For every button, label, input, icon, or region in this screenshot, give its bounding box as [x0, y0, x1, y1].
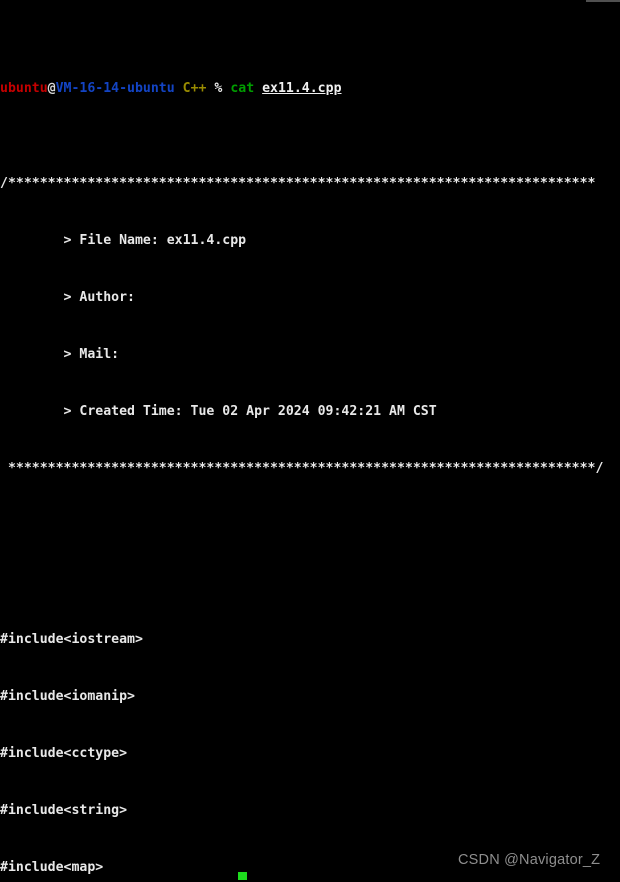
code-line: #include<string> [0, 803, 128, 818]
window-top-edge [586, 0, 620, 2]
prompt-line-cat[interactable]: ubuntu@VM-16-14-ubuntu C++ % cat ex11.4.… [0, 79, 620, 98]
csdn-watermark: CSDN @Navigator_Z [458, 852, 601, 868]
terminal-screen[interactable]: ubuntu@VM-16-14-ubuntu C++ % cat ex11.4.… [0, 3, 620, 882]
header-bottom-rule: ****************************************… [0, 461, 604, 476]
header-top-rule: /***************************************… [0, 176, 596, 191]
argument-filename[interactable]: ex11.4.cpp [262, 81, 341, 96]
code-line: #include<iostream> [0, 632, 143, 647]
block-cursor [238, 872, 247, 880]
command-cat: cat [230, 81, 255, 96]
prompt-directory: C++ [182, 81, 207, 96]
code-line: #include<cctype> [0, 746, 128, 761]
prompt-host: VM-16-14-ubuntu [55, 81, 175, 96]
header-author: > Author: [0, 290, 143, 305]
prompt-space-4 [254, 81, 262, 96]
code-line: #include<iomanip> [0, 689, 135, 704]
header-mail: > Mail: [0, 347, 128, 362]
prompt-user: ubuntu [0, 81, 48, 96]
prompt-space-1 [175, 81, 183, 96]
terminal-window[interactable]: ubuntu@VM-16-14-ubuntu C++ % cat ex11.4.… [0, 0, 620, 882]
header-file-name: > File Name: ex11.4.cpp [0, 233, 247, 248]
header-created-time: > Created Time: Tue 02 Apr 2024 09:42:21… [0, 404, 437, 419]
prompt-at: @ [47, 81, 56, 96]
